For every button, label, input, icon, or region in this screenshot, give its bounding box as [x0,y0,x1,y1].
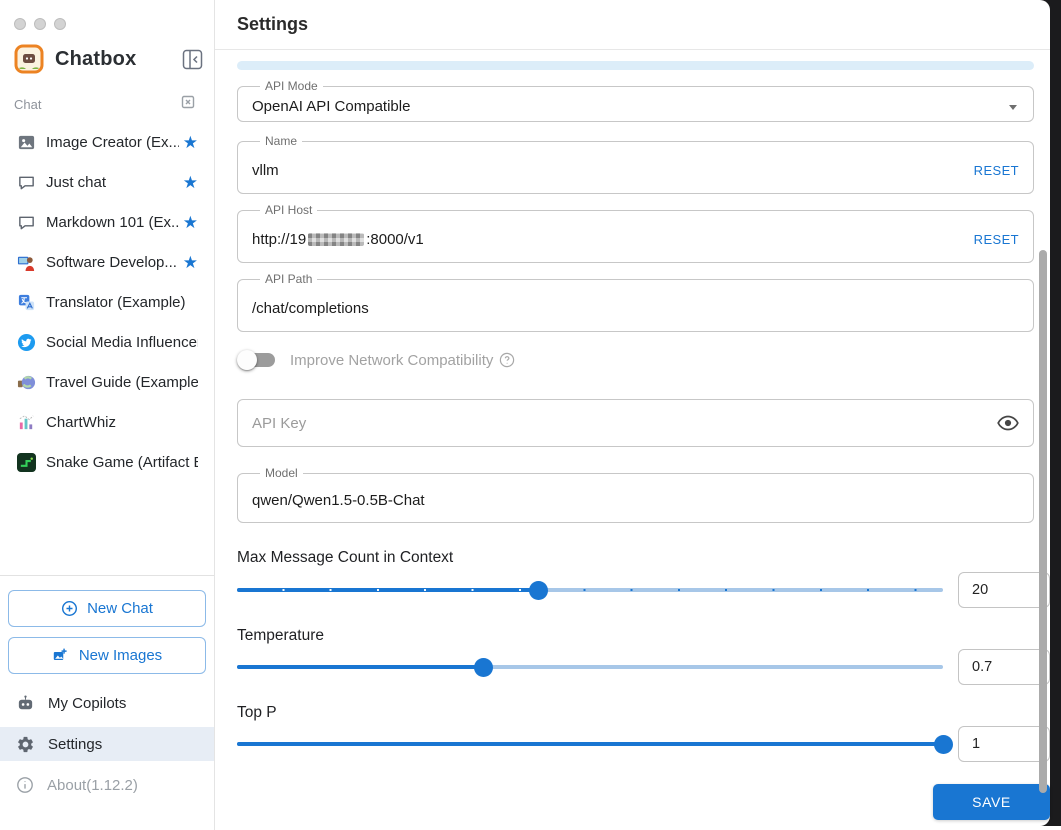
robot-icon [16,694,35,713]
api-host-field[interactable]: API Host http://19:8000/v1 RESET [237,204,1034,263]
name-value: vllm [252,161,279,179]
top-p-input[interactable] [958,726,1050,762]
chat-item-software-developer[interactable]: Software Develop... ★ [0,242,214,282]
sidebar-item-my-copilots[interactable]: My Copilots [0,686,214,720]
temperature-input[interactable] [958,649,1050,685]
reset-name-button[interactable]: RESET [974,163,1019,178]
info-icon [16,776,34,794]
model-value: qwen/Qwen1.5-0.5B-Chat [252,492,425,509]
sidebar-item-settings[interactable]: Settings [0,727,214,761]
max-message-count-slider[interactable] [237,580,943,600]
plus-circle-icon [61,600,78,617]
image-icon [16,132,36,152]
reset-api-host-button[interactable]: RESET [974,232,1019,247]
scrollbar-thumb[interactable] [1039,250,1047,793]
api-mode-value: OpenAI API Compatible [252,98,411,115]
chat-item-social-media-influencer[interactable]: Social Media Influencer ... [0,322,214,362]
network-compat-row: Improve Network Compatibility [237,348,1034,372]
chat-bubble-icon [16,212,36,232]
window-controls[interactable] [14,18,66,30]
api-path-value: /chat/completions [252,299,369,317]
sidebar-item-about[interactable]: About(1.12.2) [0,768,214,802]
travel-globe-icon [16,372,36,392]
top-p-label: Top P [237,704,277,721]
snake-game-icon [16,452,36,472]
star-icon[interactable]: ★ [179,174,198,191]
top-p-row [237,726,1050,762]
collapse-sidebar-icon[interactable] [180,47,204,71]
model-label: Model [265,466,298,480]
api-host-label: API Host [265,203,313,217]
close-window-button[interactable] [14,18,26,30]
gear-icon [16,735,35,754]
new-images-button[interactable]: New Images [8,637,206,674]
max-message-count-row [237,572,1050,608]
chat-item-chartwhiz[interactable]: ChartWhiz [0,402,214,442]
clear-conversations-icon[interactable] [180,94,196,115]
app-window: Chatbox Chat Image Creator (Ex... ★ Just… [0,0,1061,830]
max-message-count-input[interactable] [958,572,1050,608]
chat-section-header: Chat [14,94,196,114]
chat-item-markdown-101[interactable]: Markdown 101 (Ex... ★ [0,202,214,242]
max-message-count-label: Max Message Count in Context [237,549,454,566]
dialog-header: Settings [215,0,1050,50]
name-label: Name [265,134,298,148]
twitter-icon [16,332,36,352]
developer-icon [16,252,36,272]
chat-item-image-creator[interactable]: Image Creator (Ex... ★ [0,122,214,162]
help-icon[interactable] [499,352,515,368]
chat-item-just-chat[interactable]: Just chat ★ [0,162,214,202]
chatbox-logo-icon [14,44,44,74]
slider-thumb[interactable] [934,735,953,754]
star-icon[interactable]: ★ [179,134,198,151]
bar-chart-icon [16,412,36,432]
translator-icon [16,292,36,312]
network-compat-label: Improve Network Compatibility [290,351,494,369]
chat-bubble-icon [16,172,36,192]
sidebar: Chatbox Chat Image Creator (Ex... ★ Just… [0,0,215,830]
api-host-value: http://19:8000/v1 [252,230,424,248]
api-mode-select[interactable]: API Mode OpenAI API Compatible [237,80,1034,122]
chat-list: Image Creator (Ex... ★ Just chat ★ Markd… [0,122,214,482]
network-compat-toggle[interactable] [237,350,275,370]
redacted-text [308,232,365,246]
scrolled-tab-highlight [237,61,1034,70]
name-field[interactable]: Name vllm RESET [237,135,1034,194]
api-path-label: API Path [265,272,313,286]
chat-section-label: Chat [14,96,42,112]
image-plus-icon [52,647,70,665]
top-p-slider[interactable] [237,734,953,754]
temperature-slider[interactable] [237,657,943,677]
chat-item-translator[interactable]: Translator (Example) [0,282,214,322]
minimize-window-button[interactable] [34,18,46,30]
save-button[interactable]: SAVE [933,784,1050,820]
star-icon[interactable]: ★ [179,214,198,231]
star-icon[interactable]: ★ [179,254,198,271]
show-password-icon[interactable] [997,412,1019,434]
zoom-window-button[interactable] [54,18,66,30]
temperature-row [237,649,1050,685]
new-chat-button[interactable]: New Chat [8,590,206,627]
chevron-down-icon [1007,101,1019,113]
api-key-input[interactable] [252,414,997,432]
api-mode-label: API Mode [265,79,318,93]
slider-thumb[interactable] [473,658,493,677]
page-title: Settings [237,14,309,34]
dialog-content: API Mode OpenAI API Compatible Name vllm… [215,61,1050,820]
chat-item-snake-game[interactable]: Snake Game (Artifact E... [0,442,214,482]
api-path-field[interactable]: API Path /chat/completions [237,273,1034,332]
model-field[interactable]: Model qwen/Qwen1.5-0.5B-Chat [237,467,1034,523]
api-key-field[interactable] [237,399,1034,447]
settings-dialog: Settings API Mode OpenAI API Compatible … [215,0,1050,826]
sidebar-divider [0,575,214,576]
app-title: Chatbox [55,47,137,70]
chat-item-travel-guide[interactable]: Travel Guide (Example) [0,362,214,402]
slider-thumb[interactable] [529,581,549,600]
temperature-label: Temperature [237,627,325,644]
brand-row: Chatbox [14,42,204,76]
